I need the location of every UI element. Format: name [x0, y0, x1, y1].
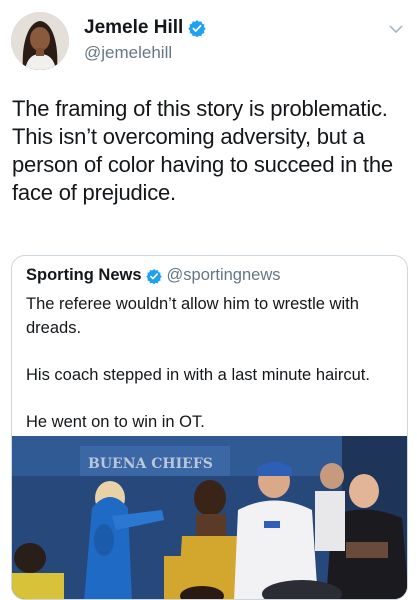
- quoted-tweet-media[interactable]: BUENA CHIEFS: [12, 436, 407, 599]
- verified-badge-icon: [145, 268, 162, 284]
- wrestling-photo: BUENA CHIEFS: [12, 436, 407, 599]
- tweet-header: Jemele Hill @jemelehill: [0, 0, 417, 84]
- author-name-row: Jemele Hill: [84, 17, 206, 39]
- gym-sign-text: BUENA CHIEFS: [88, 456, 213, 472]
- quoted-tweet-paragraph: The referee wouldn’t allow him to wrestl…: [26, 295, 359, 337]
- tweet-text: The framing of this story is problematic…: [12, 96, 393, 205]
- avatar-photo: [11, 12, 69, 70]
- quoted-tweet-paragraph: He went on to win in OT.: [26, 413, 205, 431]
- author-handle[interactable]: @jemelehill: [84, 43, 172, 63]
- quoted-tweet-header: Sporting News @sportingnews: [26, 266, 281, 285]
- quoted-author-display-name[interactable]: Sporting News: [26, 266, 142, 285]
- quoted-tweet-text: The referee wouldn’t allow him to wrestl…: [26, 292, 396, 434]
- avatar[interactable]: [11, 12, 69, 70]
- quoted-tweet[interactable]: Sporting News @sportingnews The referee …: [11, 255, 408, 600]
- verified-badge-icon: [188, 20, 206, 37]
- chevron-down-icon[interactable]: [389, 24, 403, 34]
- tweet-card: Jemele Hill @jemelehill The framing of t…: [0, 0, 417, 600]
- quoted-author-handle[interactable]: @sportingnews: [167, 266, 281, 285]
- author-display-name[interactable]: Jemele Hill: [84, 17, 183, 39]
- quoted-tweet-paragraph: His coach stepped in with a last minute …: [26, 366, 370, 384]
